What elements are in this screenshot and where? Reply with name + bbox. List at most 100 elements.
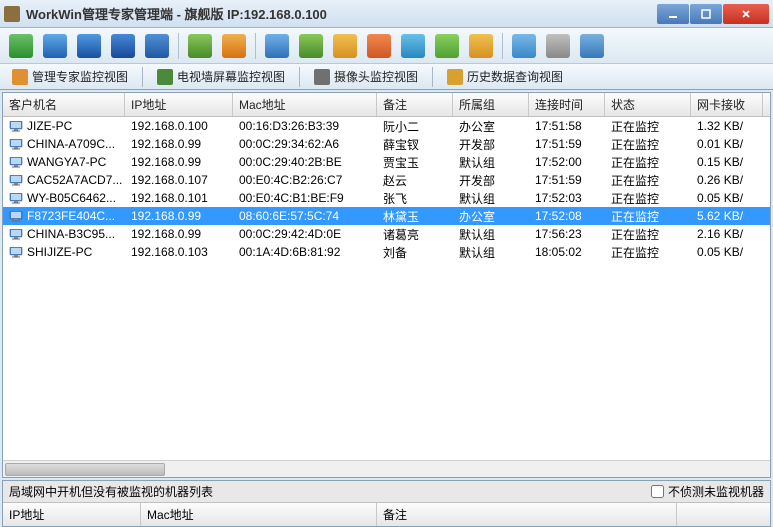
tab-camera-monitor[interactable]: 摄像头监控视图 <box>308 66 424 87</box>
cell-name: JIZE-PC <box>27 119 72 133</box>
pc-icon <box>9 157 23 168</box>
toolbar-button-6[interactable] <box>185 31 215 61</box>
cell-mac: 00:16:D3:26:B3:39 <box>233 118 377 134</box>
toolbar-button-11[interactable] <box>364 31 394 61</box>
cell-name: WANGYA7-PC <box>27 155 106 169</box>
main-toolbar <box>0 28 773 64</box>
toolbar-separator <box>502 33 503 59</box>
window-controls <box>657 4 769 24</box>
cell-group: 办公室 <box>453 117 529 136</box>
toolbar-button-4[interactable] <box>108 31 138 61</box>
cell-recv: 2.16 KB/ <box>691 226 763 242</box>
tab-separator <box>432 67 433 87</box>
scrollbar-thumb[interactable] <box>5 463 165 476</box>
bcol-ip[interactable]: IP地址 <box>3 503 141 526</box>
bcol-remark[interactable]: 备注 <box>377 503 677 526</box>
cell-ip: 192.168.0.100 <box>125 118 233 134</box>
tab-label: 电视墙屏幕监控视图 <box>177 68 285 85</box>
cell-ip: 192.168.0.101 <box>125 190 233 206</box>
cell-mac: 00:0C:29:42:4D:0E <box>233 226 377 242</box>
toolbar-button-1[interactable] <box>6 31 36 61</box>
tab-label: 历史数据查询视图 <box>467 68 563 85</box>
bcol-mac[interactable]: Mac地址 <box>141 503 377 526</box>
cell-recv: 0.26 KB/ <box>691 172 763 188</box>
horizontal-scrollbar[interactable] <box>3 460 770 477</box>
tab-history-query[interactable]: 历史数据查询视图 <box>441 66 569 87</box>
cell-status: 正在监控 <box>605 117 691 136</box>
maximize-button[interactable] <box>690 4 722 24</box>
camera-icon <box>314 69 330 85</box>
tab-tvwall-monitor[interactable]: 电视墙屏幕监控视图 <box>151 66 291 87</box>
table-row[interactable]: SHIJIZE-PC192.168.0.10300:1A:4D:6B:81:92… <box>3 243 770 261</box>
cell-remark: 贾宝玉 <box>377 153 453 172</box>
toolbar-button-2[interactable] <box>40 31 70 61</box>
tvwall-icon <box>157 69 173 85</box>
table-row[interactable]: F8723FE404C...192.168.0.9908:60:6E:57:5C… <box>3 207 770 225</box>
pc-icon <box>9 193 23 204</box>
toolbar-button-9[interactable] <box>296 31 326 61</box>
toolbar-button-10[interactable] <box>330 31 360 61</box>
col-client-name[interactable]: 客户机名 <box>3 93 125 116</box>
toolbar-button-7[interactable] <box>219 31 249 61</box>
pc-icon <box>9 211 23 222</box>
toolbar-button-5[interactable] <box>142 31 172 61</box>
cell-time: 17:52:08 <box>529 208 605 224</box>
app-icon <box>4 6 20 22</box>
toolbar-button-12[interactable] <box>398 31 428 61</box>
table-row[interactable]: CHINA-A709C...192.168.0.9900:0C:29:34:62… <box>3 135 770 153</box>
cell-mac: 00:1A:4D:6B:81:92 <box>233 244 377 260</box>
cell-remark: 诸葛亮 <box>377 225 453 244</box>
col-remark[interactable]: 备注 <box>377 93 453 116</box>
toolbar-button-15[interactable] <box>509 31 539 61</box>
col-status[interactable]: 状态 <box>605 93 691 116</box>
pc-icon <box>9 139 23 150</box>
toolbar-button-14[interactable] <box>466 31 496 61</box>
cell-mac: 00:0C:29:34:62:A6 <box>233 136 377 152</box>
col-ip[interactable]: IP地址 <box>125 93 233 116</box>
cell-time: 18:05:02 <box>529 244 605 260</box>
toolbar-button-16[interactable] <box>543 31 573 61</box>
tab-label: 管理专家监控视图 <box>32 68 128 85</box>
cell-status: 正在监控 <box>605 189 691 208</box>
checkbox-label: 不侦测未监视机器 <box>668 483 764 500</box>
col-nic-recv[interactable]: 网卡接收 <box>691 93 763 116</box>
cell-name: WY-B05C6462... <box>27 191 116 205</box>
table-row[interactable]: WY-B05C6462...192.168.0.10100:E0:4C:B1:B… <box>3 189 770 207</box>
col-connect-time[interactable]: 连接时间 <box>529 93 605 116</box>
cell-name: CAC52A7ACD7... <box>27 173 122 187</box>
no-detect-checkbox[interactable]: 不侦测未监视机器 <box>651 483 764 500</box>
col-mac[interactable]: Mac地址 <box>233 93 377 116</box>
table-header: 客户机名 IP地址 Mac地址 备注 所属组 连接时间 状态 网卡接收 <box>3 93 770 117</box>
tab-separator <box>299 67 300 87</box>
table-row[interactable]: CHINA-B3C95...192.168.0.9900:0C:29:42:4D… <box>3 225 770 243</box>
toolbar-separator <box>255 33 256 59</box>
cell-remark: 林黛玉 <box>377 207 453 226</box>
cell-recv: 0.15 KB/ <box>691 154 763 170</box>
cell-status: 正在监控 <box>605 225 691 244</box>
tab-expert-monitor[interactable]: 管理专家监控视图 <box>6 66 134 87</box>
cell-remark: 阮小二 <box>377 117 453 136</box>
cell-status: 正在监控 <box>605 207 691 226</box>
pc-icon <box>9 247 23 258</box>
col-group[interactable]: 所属组 <box>453 93 529 116</box>
table-row[interactable]: JIZE-PC 192.168.0.10000:16:D3:26:B3:39阮小二… <box>3 117 770 135</box>
bottom-panel-title: 局域网中开机但没有被监视的机器列表 <box>9 483 651 500</box>
cell-group: 默认组 <box>453 225 529 244</box>
cell-group: 默认组 <box>453 189 529 208</box>
cell-remark: 刘备 <box>377 243 453 262</box>
toolbar-button-17[interactable] <box>577 31 607 61</box>
cell-mac: 00:E0:4C:B2:26:C7 <box>233 172 377 188</box>
cell-mac: 00:0C:29:40:2B:BE <box>233 154 377 170</box>
title-bar: WorkWin管理专家管理端 - 旗舰版 IP:192.168.0.100 <box>0 0 773 28</box>
table-body: JIZE-PC 192.168.0.10000:16:D3:26:B3:39阮小二… <box>3 117 770 460</box>
cell-ip: 192.168.0.103 <box>125 244 233 260</box>
table-row[interactable]: WANGYA7-PC192.168.0.9900:0C:29:40:2B:BE贾… <box>3 153 770 171</box>
toolbar-button-3[interactable] <box>74 31 104 61</box>
table-row[interactable]: CAC52A7ACD7...192.168.0.10700:E0:4C:B2:2… <box>3 171 770 189</box>
toolbar-button-13[interactable] <box>432 31 462 61</box>
toolbar-button-8[interactable] <box>262 31 292 61</box>
minimize-button[interactable] <box>657 4 689 24</box>
no-detect-checkbox-input[interactable] <box>651 485 664 498</box>
cell-ip: 192.168.0.107 <box>125 172 233 188</box>
close-button[interactable] <box>723 4 769 24</box>
